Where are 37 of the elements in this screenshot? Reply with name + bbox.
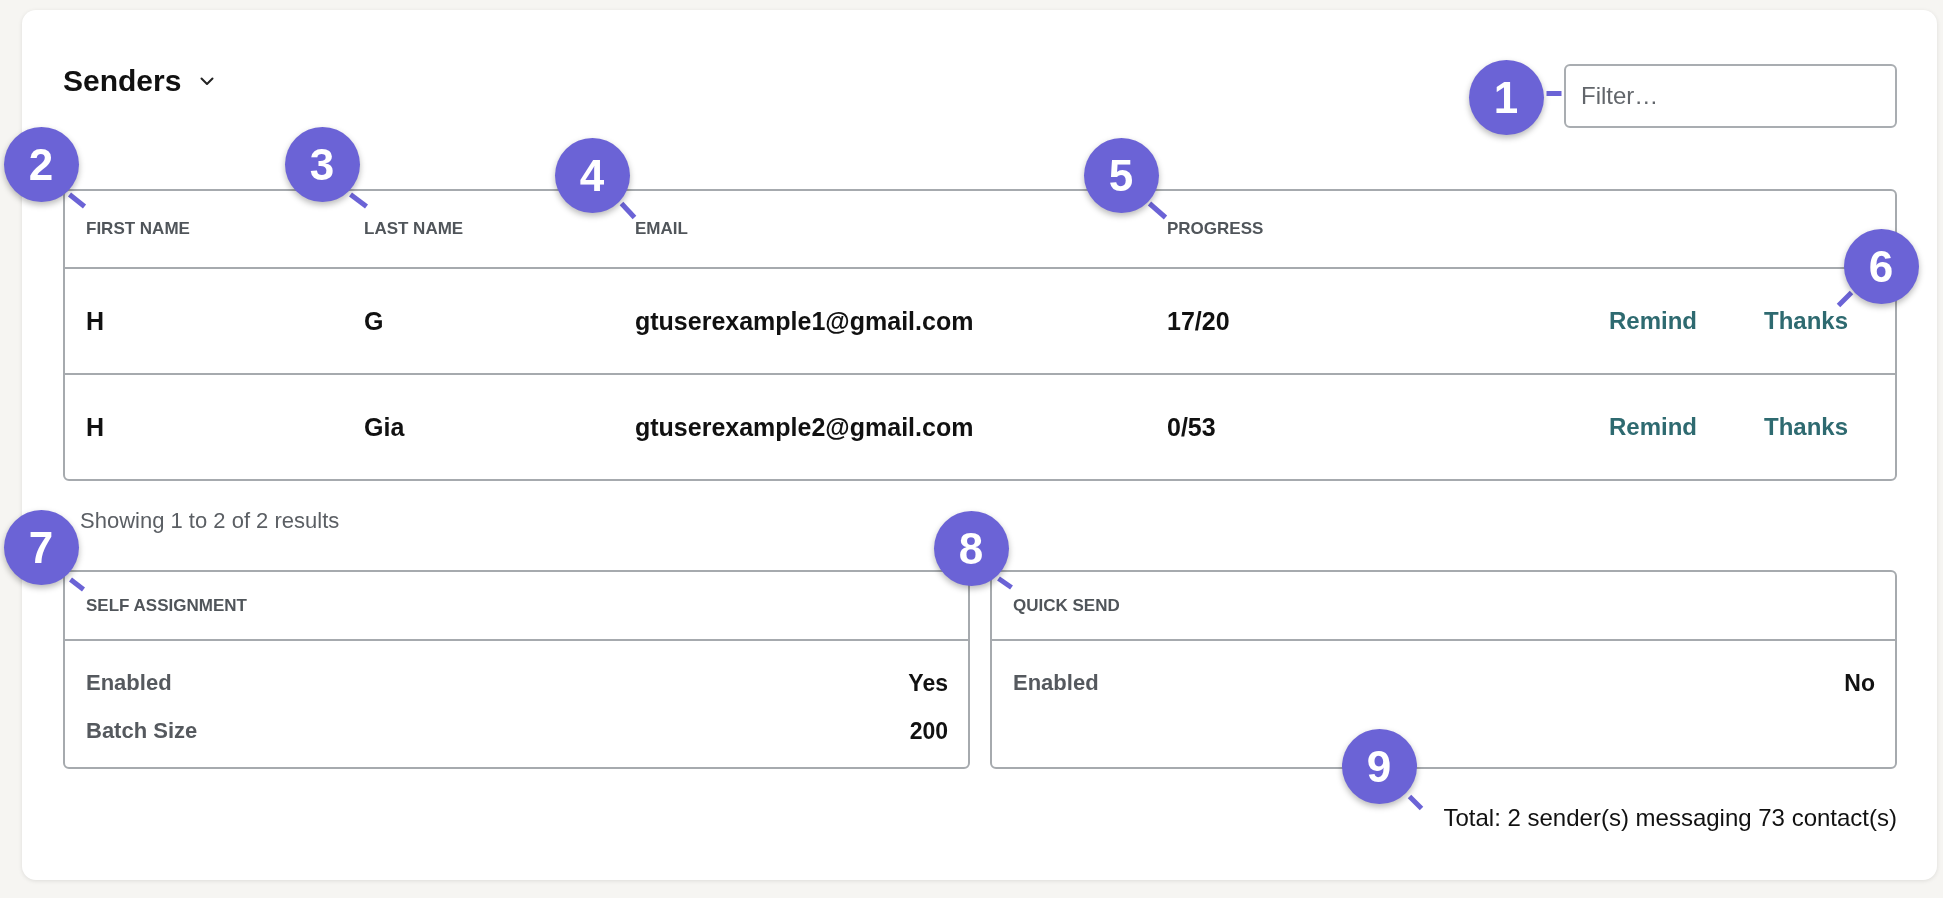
leader-line	[67, 576, 86, 592]
table-cell: gtuserexample2@gmail.com	[635, 412, 974, 442]
column-header: FIRST NAME	[86, 219, 190, 239]
table-cell: Gia	[364, 412, 405, 442]
action-link[interactable]: Remind	[1609, 306, 1697, 336]
results-summary: Showing 1 to 2 of 2 results	[80, 508, 340, 533]
table-cell: 17/20	[1167, 306, 1230, 336]
field-label: Enabled	[86, 669, 172, 697]
table-cell: G	[364, 306, 384, 336]
field-label: Batch Size	[86, 717, 198, 745]
leader-line	[1835, 289, 1854, 308]
field-value: No	[1844, 669, 1875, 697]
table-cell: gtuserexample1@gmail.com	[635, 306, 974, 336]
field-label: Enabled	[1013, 669, 1099, 697]
column-header: PROGRESS	[1167, 219, 1264, 239]
chevron-down-icon	[200, 76, 215, 86]
leader-line	[618, 200, 637, 220]
column-header: LAST NAME	[364, 219, 464, 239]
title-dropdown[interactable]: Senders	[63, 64, 215, 98]
filter-field[interactable]: Filter…	[1564, 64, 1897, 128]
table-cell: 0/53	[1167, 412, 1216, 442]
panel-title: QUICK SEND	[1013, 595, 1120, 616]
panel-title: SELF ASSIGNMENT	[86, 595, 247, 616]
field-value: 200	[909, 717, 948, 745]
leader-line	[1146, 200, 1168, 220]
leader-line	[347, 191, 369, 209]
table-cell: H	[86, 306, 105, 336]
field-value: Yes	[908, 669, 948, 697]
action-link[interactable]: Remind	[1609, 412, 1697, 442]
table-cell: H	[86, 412, 105, 442]
column-header: EMAIL	[635, 219, 688, 239]
leader-line	[1406, 793, 1424, 811]
leader-line	[66, 191, 87, 209]
total-summary: Total: 2 sender(s) messaging 73 contact(s)	[1443, 804, 1897, 831]
leader-line	[995, 575, 1014, 590]
action-link[interactable]: Thanks	[1764, 306, 1849, 336]
action-link[interactable]: Thanks	[1764, 412, 1849, 442]
